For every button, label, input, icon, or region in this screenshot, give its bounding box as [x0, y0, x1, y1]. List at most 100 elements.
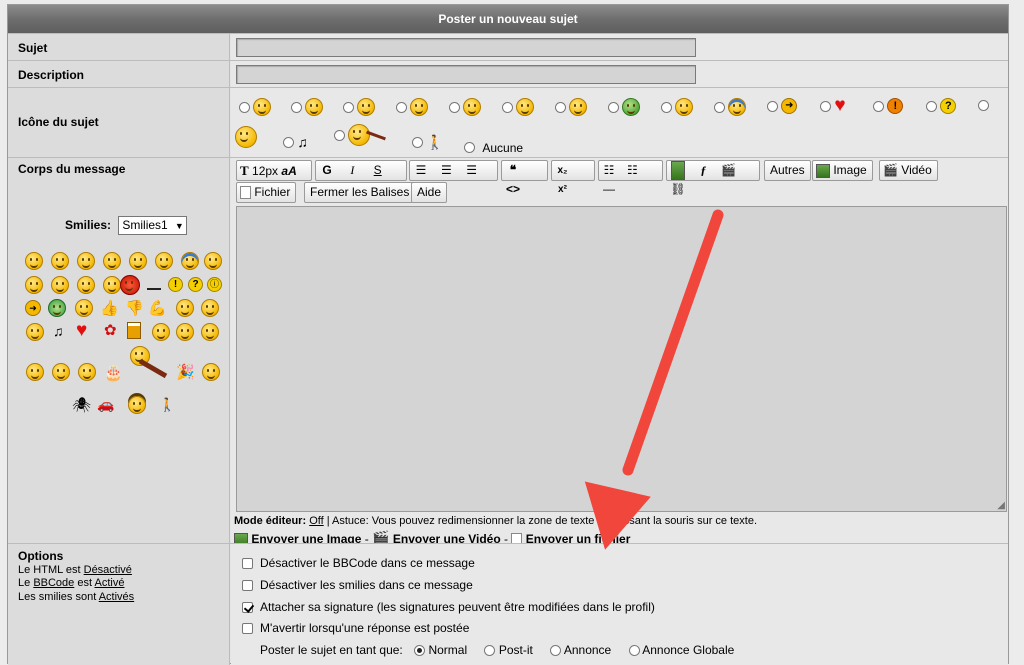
smilies-select[interactable]: Smilies1 ▼ — [118, 216, 187, 235]
superscript-button[interactable]: x² — [552, 180, 573, 199]
smilie-icon[interactable] — [201, 323, 219, 341]
beer-icon[interactable] — [127, 322, 141, 339]
sujet-input[interactable] — [236, 38, 696, 57]
exclamation-icon[interactable]: ! — [168, 277, 183, 292]
green-grin-icon[interactable] — [48, 299, 66, 317]
message-textarea[interactable]: ◢ — [236, 206, 1007, 512]
smilie-icon[interactable] — [26, 323, 44, 341]
disable-smilies-checkbox[interactable] — [242, 580, 253, 592]
underline-button[interactable]: S — [367, 161, 389, 180]
spider-icon[interactable]: 🕷 — [72, 396, 91, 414]
icon-none-radio[interactable] — [464, 142, 475, 154]
bbcode-link[interactable]: BBCode — [33, 577, 74, 589]
notify-reply-checkbox[interactable] — [242, 623, 253, 635]
icon-radio[interactable] — [239, 101, 250, 113]
resize-grip-icon[interactable]: ◢ — [997, 500, 1005, 511]
icon-radio[interactable] — [283, 136, 294, 148]
disable-smilies-option[interactable]: Désactiver les smilies dans ce message — [242, 578, 473, 592]
post-type-global-radio[interactable] — [628, 645, 640, 657]
image-insert-icon[interactable] — [667, 161, 689, 181]
video-button[interactable]: 🎬 Vidéo — [879, 160, 938, 181]
smilie-icon[interactable] — [129, 252, 147, 270]
smilie-icon[interactable] — [78, 363, 96, 381]
icon-radio[interactable] — [978, 100, 989, 112]
link-icon[interactable]: ⛓ — [667, 180, 689, 199]
post-type-normal-radio[interactable] — [414, 645, 426, 657]
video-insert-icon[interactable]: 🎬 — [718, 161, 740, 180]
icon-radio[interactable] — [661, 101, 672, 113]
smilie-icon[interactable] — [103, 252, 121, 270]
idea-icon[interactable]: ⓘ — [207, 277, 222, 292]
icon-radio[interactable] — [449, 101, 460, 113]
numbered-list-icon[interactable]: ☷ — [622, 161, 642, 180]
post-type-postit-radio[interactable] — [484, 645, 496, 657]
icon-radio[interactable] — [343, 101, 354, 113]
thumbs-down-icon[interactable]: 👎 — [125, 299, 144, 317]
html-state-link[interactable]: Désactivé — [84, 564, 132, 576]
icon-radio[interactable] — [767, 100, 778, 112]
smilie-icon[interactable] — [155, 252, 173, 270]
icon-radio[interactable] — [873, 100, 884, 112]
thumbs-up-icon[interactable]: 👍 — [100, 299, 119, 317]
bold-button[interactable]: G — [316, 161, 338, 180]
autres-button[interactable]: Autres — [764, 160, 811, 181]
fichier-button[interactable]: Fichier — [236, 182, 297, 203]
subscript-button[interactable]: x₂ — [552, 161, 573, 180]
description-input[interactable] — [236, 65, 696, 84]
smilie-icon[interactable] — [77, 252, 95, 270]
muscle-icon[interactable]: 💪 — [148, 299, 167, 317]
aide-button[interactable]: Aide — [411, 182, 448, 203]
bullet-list-icon[interactable]: ☷ — [599, 161, 619, 180]
hat-smile-icon[interactable] — [128, 396, 146, 414]
smilie-icon[interactable] — [51, 252, 69, 270]
quote-button[interactable]: ❝ — [502, 161, 524, 180]
smilie-icon[interactable] — [204, 252, 222, 270]
icon-radio[interactable] — [334, 129, 345, 141]
smilie-icon[interactable] — [152, 323, 170, 341]
smilie-icon[interactable] — [202, 363, 220, 381]
image-button[interactable]: Image — [812, 160, 873, 181]
violin-icon[interactable] — [138, 358, 168, 379]
flower-icon[interactable]: ✿ — [104, 321, 117, 339]
icon-radio[interactable] — [291, 101, 302, 113]
smilies-state-link[interactable]: Activés — [99, 591, 134, 603]
smilie-icon[interactable] — [103, 276, 121, 294]
smilie-icon[interactable] — [176, 323, 194, 341]
smilie-icon[interactable] — [75, 299, 93, 317]
code-button[interactable]: <> — [502, 180, 524, 199]
smilie-icon[interactable] — [77, 276, 95, 294]
smilie-icon[interactable] — [201, 299, 219, 317]
question-icon[interactable]: ? — [188, 277, 203, 292]
bbcode-state-link[interactable]: Activé — [95, 577, 125, 589]
walker-icon[interactable]: 🚶 — [159, 397, 175, 413]
editor-tip[interactable]: | Astuce: Vous pouvez redimensionner la … — [327, 515, 757, 527]
align-left-icon[interactable]: ☰ — [410, 161, 432, 180]
cake-icon[interactable]: 🎂 — [104, 364, 123, 382]
icon-radio[interactable] — [926, 100, 937, 112]
heart-icon[interactable]: ♥ — [76, 320, 87, 342]
smilie-icon[interactable] — [52, 363, 70, 381]
attach-signature-option[interactable]: Attacher sa signature (les signatures pe… — [242, 600, 655, 614]
icon-radio[interactable] — [555, 101, 566, 113]
arrow-right-icon[interactable]: ➜ — [25, 300, 41, 316]
sunglasses-icon[interactable] — [181, 252, 199, 270]
devil-icon[interactable] — [120, 275, 140, 295]
align-right-icon[interactable]: ☰ — [461, 161, 483, 180]
italic-button[interactable]: I — [341, 161, 363, 180]
icon-radio[interactable] — [502, 101, 513, 113]
icon-radio[interactable] — [714, 101, 725, 113]
disable-bbcode-option[interactable]: Désactiver le BBCode dans ce message — [242, 556, 475, 570]
notify-reply-option[interactable]: M'avertir lorsqu'une réponse est postée — [242, 621, 469, 635]
post-type-annonce-radio[interactable] — [550, 645, 562, 657]
hr-icon[interactable]: — — [599, 180, 619, 199]
smilie-icon[interactable] — [51, 276, 69, 294]
align-center-icon[interactable]: ☰ — [435, 161, 457, 180]
music-note-icon[interactable]: ♫ — [53, 323, 64, 339]
icon-radio[interactable] — [608, 101, 619, 113]
attach-signature-checkbox[interactable] — [242, 602, 253, 614]
icon-radio[interactable] — [820, 100, 831, 112]
icon-radio[interactable] — [412, 137, 423, 148]
smilie-icon[interactable] — [26, 363, 44, 381]
mustache-icon[interactable] — [147, 288, 161, 290]
car-icon[interactable]: 🚗 — [97, 396, 114, 413]
